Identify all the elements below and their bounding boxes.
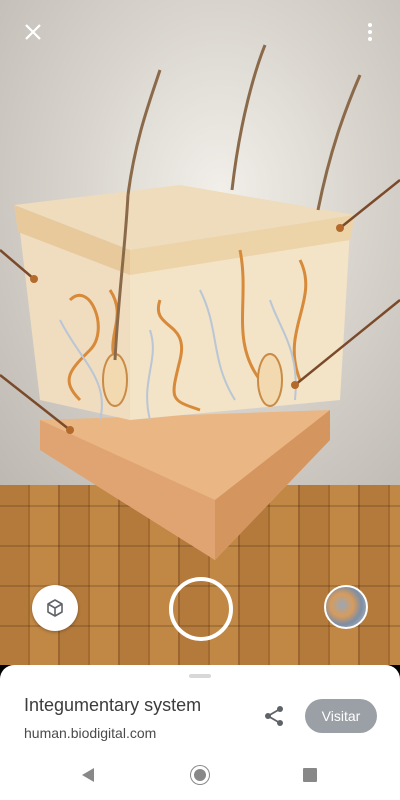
source-url[interactable]: human.biodigital.com — [24, 725, 156, 741]
capture-thumbnail[interactable] — [324, 585, 368, 629]
close-button[interactable] — [17, 16, 49, 48]
system-navigation-bar — [0, 750, 400, 800]
ar-camera-view — [0, 0, 400, 665]
home-circle-icon[interactable] — [191, 766, 209, 784]
skin-3d-model[interactable] — [0, 0, 400, 665]
overflow-menu-button[interactable] — [354, 16, 386, 48]
cube-3d-icon — [47, 599, 63, 617]
close-icon — [25, 24, 41, 40]
shutter-button[interactable] — [169, 577, 233, 641]
sheet-drag-handle[interactable] — [189, 674, 211, 678]
recents-square-icon[interactable] — [303, 768, 317, 782]
share-button[interactable] — [261, 703, 287, 729]
model-title: Integumentary system — [24, 695, 202, 715]
share-icon — [265, 706, 283, 726]
view-in-3d-button[interactable] — [32, 585, 78, 631]
visit-button[interactable]: Visitar — [305, 699, 377, 733]
more-vert-icon — [368, 23, 372, 41]
back-triangle-icon[interactable] — [80, 767, 96, 783]
